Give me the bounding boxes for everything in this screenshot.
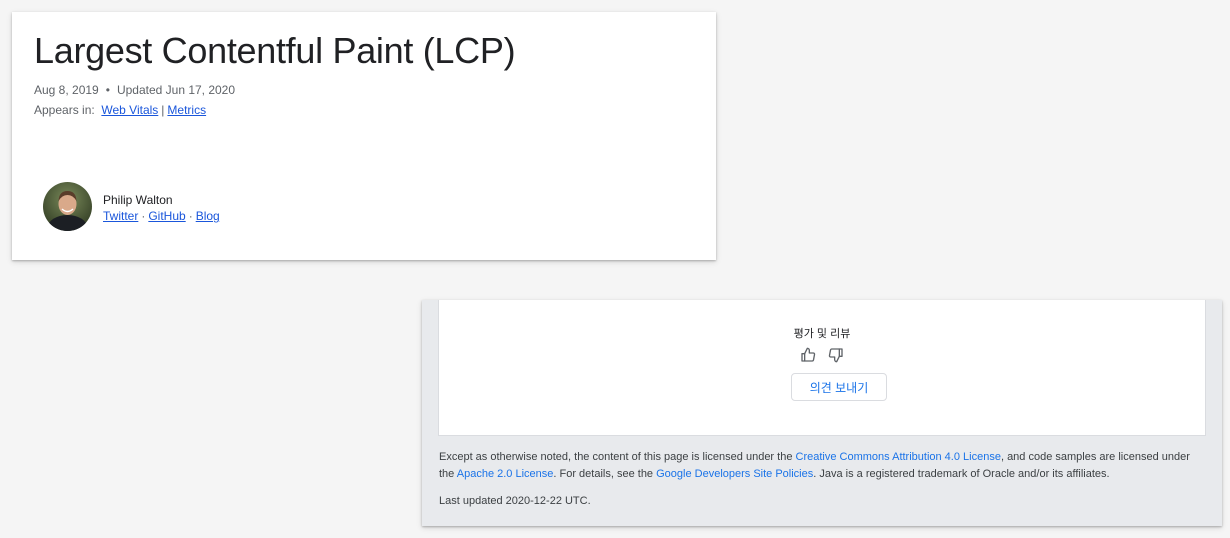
metrics-link[interactable]: Metrics (167, 103, 206, 117)
appears-separator: | (161, 103, 165, 117)
thumbs-down-icon[interactable] (828, 347, 844, 363)
feedback-thumbs (439, 346, 1205, 364)
license-text-part: . For details, see the (553, 468, 657, 480)
article-header-card: Largest Contentful Paint (LCP) Aug 8, 20… (12, 12, 716, 260)
thumbs-up-icon[interactable] (800, 347, 816, 363)
page-title: Largest Contentful Paint (LCP) (34, 30, 516, 71)
avatar-photo-icon (43, 182, 92, 231)
updated-date: Updated Jun 17, 2020 (116, 83, 236, 97)
site-policies-link[interactable]: Google Developers Site Policies (656, 468, 813, 480)
apache-license-link[interactable]: Apache 2.0 License (457, 468, 554, 480)
date-separator: • (105, 83, 110, 97)
author-link-separator: · (188, 209, 193, 223)
twitter-link[interactable]: Twitter (103, 209, 138, 223)
author-name: Philip Walton (103, 193, 173, 207)
github-link[interactable]: GitHub (148, 209, 185, 223)
feedback-box: 평가 및 리뷰 의견 보내기 (438, 300, 1206, 436)
send-feedback-button[interactable]: 의견 보내기 (791, 373, 887, 401)
author-links: Twitter · GitHub · Blog (103, 209, 220, 223)
web-vitals-link[interactable]: Web Vitals (101, 103, 158, 117)
appears-in-label: Appears in: (34, 103, 95, 117)
license-text-part: . Java is a registered trademark of Orac… (813, 468, 1110, 480)
page-footer-card: 평가 및 리뷰 의견 보내기 Except as otherwise noted… (422, 300, 1222, 526)
author-avatar (43, 182, 92, 231)
published-date: Aug 8, 2019 (34, 83, 99, 97)
appears-in: Appears in: Web Vitals | Metrics (34, 103, 206, 117)
last-updated: Last updated 2020-12-22 UTC. (439, 495, 591, 507)
author-link-separator: · (141, 209, 146, 223)
license-text-part: Except as otherwise noted, the content o… (439, 451, 796, 463)
article-dates: Aug 8, 2019 • Updated Jun 17, 2020 (34, 83, 235, 97)
blog-link[interactable]: Blog (196, 209, 220, 223)
cc-license-link[interactable]: Creative Commons Attribution 4.0 License (796, 451, 1001, 463)
license-text: Except as otherwise noted, the content o… (439, 449, 1205, 483)
feedback-label: 평가 및 리뷰 (793, 328, 851, 340)
